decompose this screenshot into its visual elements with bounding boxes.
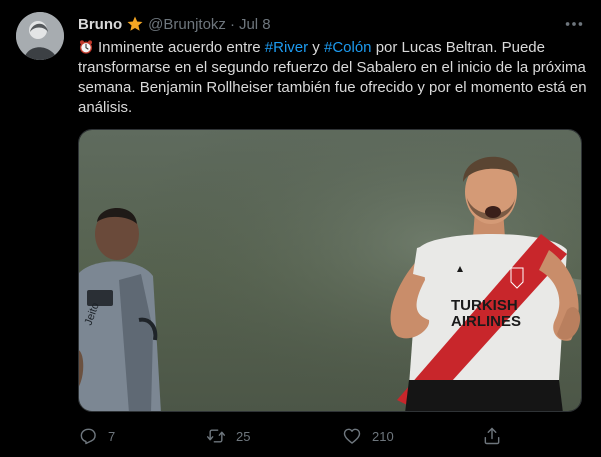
tweet-media-photo[interactable]: Jeito TURKISH AIRLINES [78,129,582,412]
alarm-clock-icon [80,40,92,54]
tweet-text-part-1: Inminente acuerdo entre [98,39,265,56]
tweet-card[interactable]: Bruno @Brunjtokz · Jul 8 Inminente acuer… [0,0,601,457]
reply-count: 7 [108,428,116,444]
user-handle[interactable]: @Brunjtokz [148,16,226,33]
reply-button[interactable]: 7 [78,424,115,448]
more-icon[interactable] [563,13,585,35]
like-button[interactable]: 210 [342,424,394,448]
tweet-text: Inminente acuerdo entre #River y #Colón … [78,38,590,118]
retweet-count: 25 [236,428,251,444]
tweet-header: Bruno @Brunjtokz · Jul 8 [78,14,271,34]
retweet-icon [206,429,226,443]
display-name[interactable]: Bruno [78,16,122,33]
avatar[interactable] [16,12,64,60]
tweet-text-part-2: y [308,39,324,56]
tweet-actions: 7 25 210 [70,424,530,448]
jersey-text-airlines: AIRLINES [451,313,521,330]
hashtag-river[interactable]: #River [265,39,308,56]
hashtag-colon[interactable]: #Colón [324,39,372,56]
avatar-image [16,12,64,60]
share-button[interactable] [482,424,502,448]
like-icon [343,428,361,444]
tweet-date[interactable]: Jul 8 [239,16,271,33]
reply-icon [80,428,96,445]
jersey-text-turkish: TURKISH [451,297,518,314]
separator-dot: · [229,15,235,33]
like-count: 210 [372,428,394,444]
retweet-button[interactable]: 25 [206,424,250,448]
football-players-photo: Jeito TURKISH AIRLINES [79,130,581,411]
star-icon [127,16,143,31]
share-icon [484,427,500,445]
